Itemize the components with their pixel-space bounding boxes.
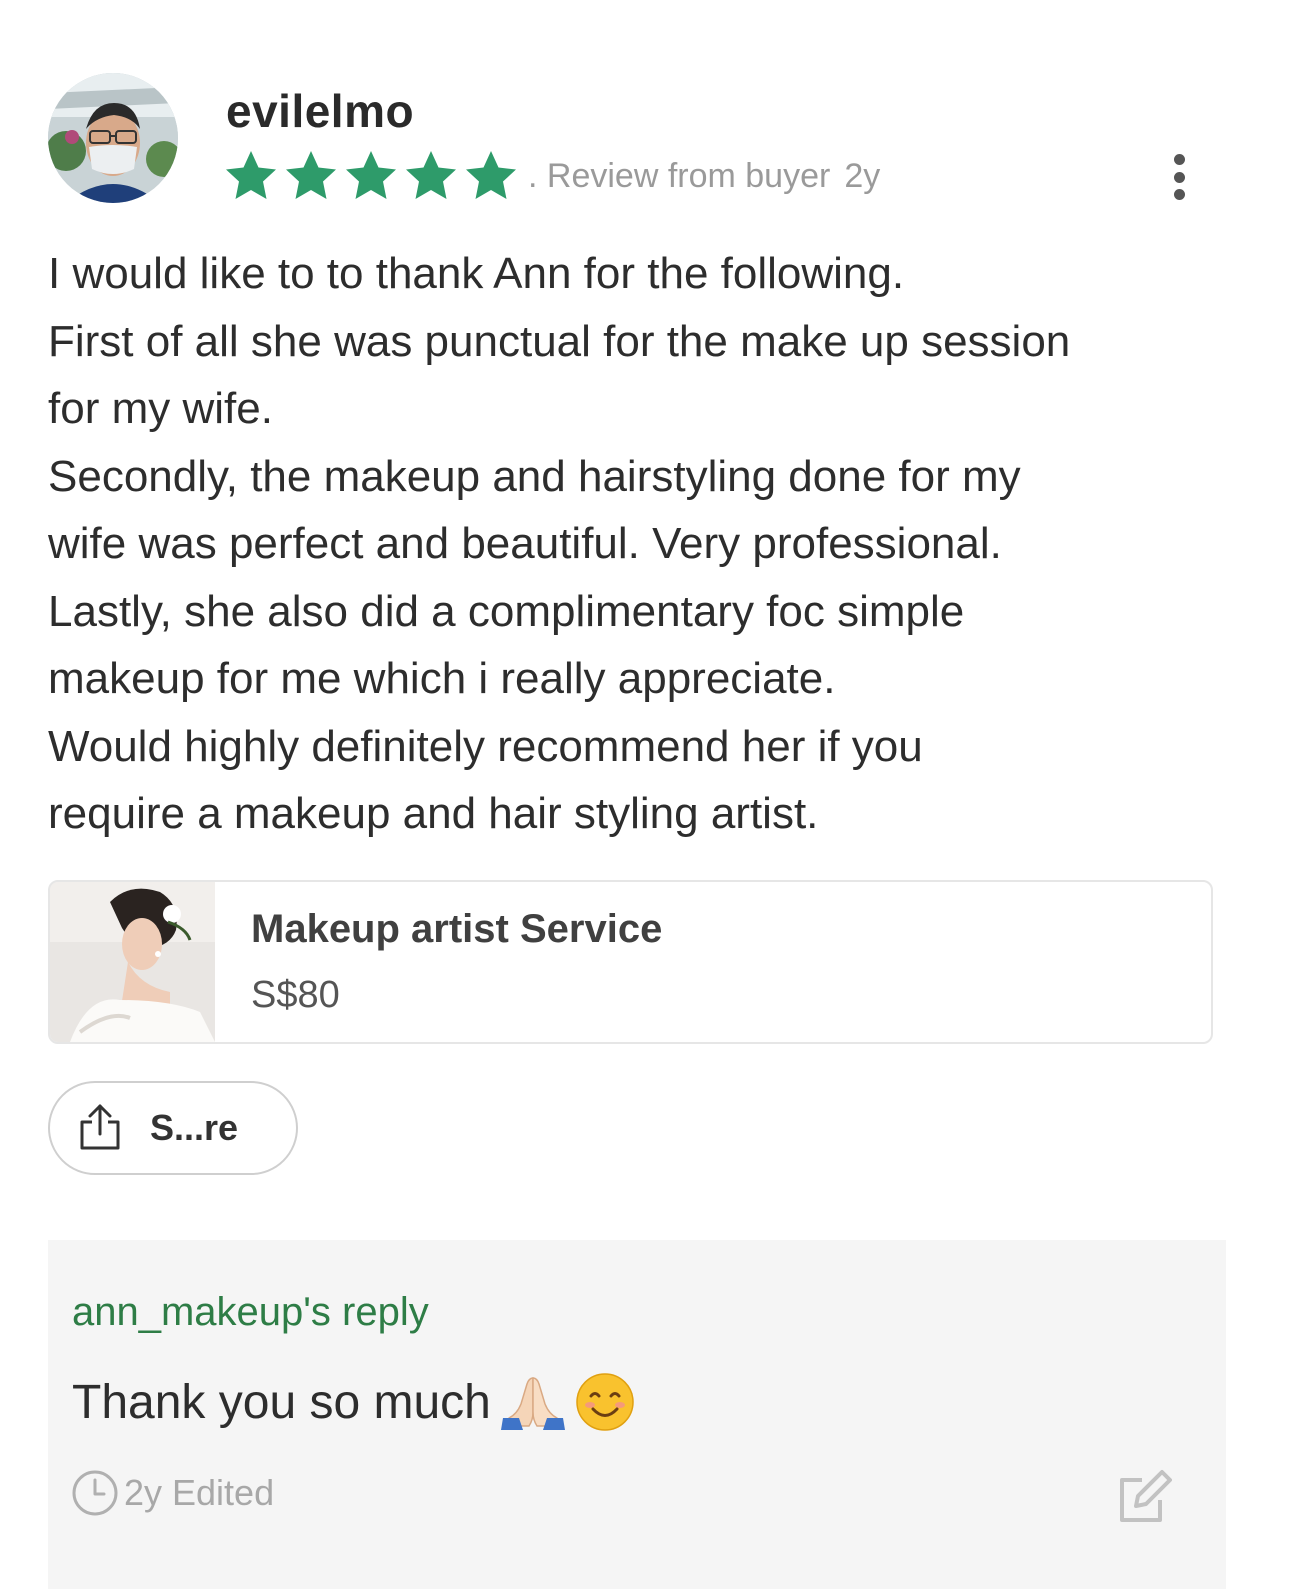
- avatar[interactable]: [48, 73, 178, 203]
- product-price: S$80: [251, 974, 340, 1016]
- reviewer-username[interactable]: evilelmo: [226, 84, 414, 138]
- star-icon: [402, 147, 460, 205]
- star-icon: [342, 147, 400, 205]
- review-text-line: Would highly definitely recommend her if…: [48, 721, 923, 771]
- rating-row: . Review from buyer 2y: [222, 146, 880, 206]
- reply-author: ann_makeup's reply: [72, 1290, 429, 1334]
- review-age: 2y: [844, 156, 881, 195]
- review-text-line: Lastly, she also did a complimentary foc…: [48, 586, 965, 636]
- review-text-line: require a makeup and hair styling artist…: [48, 789, 819, 838]
- share-button[interactable]: S...re: [48, 1081, 298, 1175]
- reply-meta: 2y Edited: [70, 1468, 274, 1518]
- more-vertical-icon[interactable]: [1160, 150, 1198, 204]
- clock-icon: [70, 1468, 124, 1518]
- review-text: I would like to to thank Ann for the fol…: [48, 240, 1248, 848]
- edit-icon[interactable]: [1112, 1468, 1172, 1528]
- star-rating: [222, 147, 520, 205]
- review-text-line: for my wife.: [48, 384, 273, 433]
- review-page: evilelmo . Review from buyer 2y I would …: [0, 0, 1290, 1589]
- review-text-line: I would like to to thank Ann for the fol…: [48, 249, 905, 298]
- reply-text: Thank you so much: [72, 1375, 491, 1429]
- review-meta: . Review from buyer 2y: [528, 157, 880, 196]
- review-source: . Review from buyer: [528, 156, 831, 195]
- star-icon: [222, 147, 280, 205]
- star-icon: [462, 147, 520, 205]
- review-text-line: makeup for me which i really appreciate.: [48, 654, 836, 703]
- smiling-face-emoji: [575, 1372, 635, 1432]
- product-thumbnail: [50, 882, 215, 1042]
- product-title[interactable]: Makeup artist Service: [251, 907, 662, 952]
- product-info: Makeup artist Service S$80: [251, 907, 662, 1017]
- review-text-line: wife was perfect and beautiful. Very pro…: [48, 519, 1002, 568]
- share-icon: [74, 1102, 126, 1154]
- seller-reply: ann_makeup's reply Thank you so much 2y …: [48, 1240, 1226, 1589]
- review-text-line: Secondly, the makeup and hairstyling don…: [48, 451, 1021, 501]
- folded-hands-emoji: [500, 1374, 565, 1430]
- product-card[interactable]: Makeup artist Service S$80: [48, 880, 1213, 1044]
- reply-timestamp: 2y Edited: [124, 1472, 275, 1513]
- review-text-line: First of all she was punctual for the ma…: [48, 316, 1071, 366]
- share-label: S...re: [150, 1107, 239, 1148]
- reply-text-row: Thank you so much: [72, 1372, 635, 1432]
- star-icon: [282, 147, 340, 205]
